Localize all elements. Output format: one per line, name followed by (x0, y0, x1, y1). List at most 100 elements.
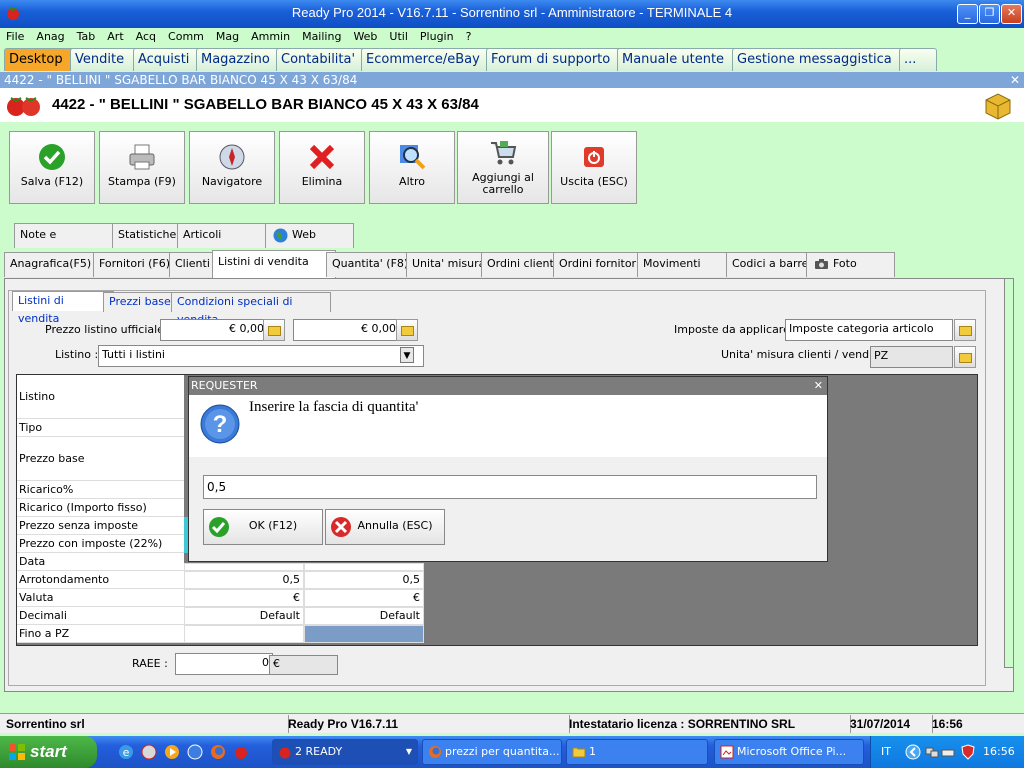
menu-plugin[interactable]: Plugin (417, 28, 457, 46)
quantity-input[interactable]: 0,5 (203, 475, 817, 499)
tab-ecommerce[interactable]: Ecommerce/eBay (361, 48, 495, 71)
minimize-button[interactable]: _ (957, 4, 978, 24)
tab-codici-barre[interactable]: Codici a barre (726, 252, 816, 277)
chevron-down-icon[interactable]: ▼ (400, 347, 414, 363)
save-button[interactable]: Salva (F12) (9, 131, 95, 204)
taskbar-item-folder[interactable]: 1 (566, 739, 708, 765)
listino-select[interactable]: Tutti i listini (98, 345, 424, 367)
close-button[interactable]: ✕ (1001, 4, 1022, 24)
tab-ordini-fornitori[interactable]: Ordini fornitori (553, 252, 647, 277)
folder-icon-prezzo-1[interactable] (263, 319, 285, 341)
printer-tray-icon[interactable] (941, 745, 955, 759)
tab-desktop[interactable]: Desktop (4, 48, 78, 71)
tab-quantita[interactable]: Quantita' (F8) (326, 252, 416, 277)
tab-articoli-collegati[interactable]: Articoli collegati (177, 223, 275, 263)
tab-ordini-clienti[interactable]: Ordini clienti (481, 252, 563, 277)
clock[interactable]: 16:56 (983, 745, 1015, 758)
document-caption: 4422 - " BELLINI " SGABELLO BAR BIANCO 4… (0, 72, 1024, 88)
quicklaunch-icon[interactable] (141, 744, 157, 760)
folder-icon-unita[interactable] (954, 346, 976, 368)
taskbar-item-office[interactable]: Microsoft Office Pi... (714, 739, 864, 765)
taskbar-item-firefox[interactable]: prezzi per quantita... (422, 739, 562, 765)
svg-text:e: e (123, 746, 130, 759)
tab-manuale[interactable]: Manuale utente (617, 48, 741, 71)
grid-cell[interactable]: Default (184, 607, 304, 625)
tab-contabilita[interactable]: Contabilita' (276, 48, 370, 71)
language-indicator[interactable]: IT (881, 745, 891, 758)
grid-row-label: Prezzo con imposte (22%) (17, 535, 184, 553)
tab-forum[interactable]: Forum di supporto (486, 48, 626, 71)
tab-fornitori[interactable]: Fornitori (F6) (93, 252, 179, 277)
folder-icon-imposte[interactable] (954, 319, 976, 341)
subtab-listini[interactable]: Listini di vendita (12, 291, 114, 325)
raee-field[interactable]: 0 (175, 653, 273, 675)
network-icon[interactable] (925, 745, 939, 759)
subtab-condizioni[interactable]: Condizioni speciali di vendita (171, 292, 331, 326)
delete-button[interactable]: Elimina (279, 131, 365, 204)
menu-mag[interactable]: Mag (213, 28, 242, 46)
menu-art[interactable]: Art (104, 28, 126, 46)
tab-more[interactable]: ... (899, 48, 937, 71)
tab-listini-vendita[interactable]: Listini di vendita (F7) (212, 250, 336, 290)
grid-cell-selected[interactable] (304, 625, 424, 643)
folder-icon-prezzo-2[interactable] (396, 319, 418, 341)
prezzo-field-1[interactable]: € 0,00 (160, 319, 268, 341)
start-button[interactable]: start (0, 736, 97, 768)
tab-vendite[interactable]: Vendite (70, 48, 142, 71)
grid-row-label: Data (17, 553, 184, 571)
settings-icon[interactable] (187, 744, 203, 760)
tab-note[interactable]: Note e descrizioni (14, 223, 122, 263)
grid-cell[interactable]: € (184, 589, 304, 607)
grid-cell[interactable] (184, 563, 304, 571)
menu-anag[interactable]: Anag (33, 28, 67, 46)
tab-messaggistica[interactable]: Gestione messaggistica (732, 48, 908, 71)
menu-web[interactable]: Web (350, 28, 380, 46)
menu-file[interactable]: File (3, 28, 27, 46)
menu-ammin[interactable]: Ammin (248, 28, 293, 46)
tab-web[interactable]: Web (265, 223, 354, 248)
media-player-icon[interactable] (164, 744, 180, 760)
tab-magazzino[interactable]: Magazzino (196, 48, 284, 71)
navigator-button[interactable]: Navigatore (189, 131, 275, 204)
ok-button[interactable]: OK (F12) (203, 509, 323, 545)
shield-icon[interactable] (961, 744, 975, 760)
menu-mailing[interactable]: Mailing (299, 28, 344, 46)
grid-cell[interactable]: € (304, 589, 424, 607)
add-to-cart-button[interactable]: Aggiungi al carrello (457, 131, 549, 204)
tab-unita-misura[interactable]: Unita' misura (406, 252, 492, 277)
strawberry-icon[interactable] (233, 744, 249, 760)
exit-button[interactable]: Uscita (ESC) (551, 131, 637, 204)
tab-movimenti[interactable]: Movimenti (F10) (637, 252, 737, 292)
grid-cell[interactable] (184, 625, 304, 643)
grid-cell[interactable] (304, 563, 424, 571)
grid-cell[interactable]: Default (304, 607, 424, 625)
ie-icon[interactable]: e (118, 744, 134, 760)
close-document-icon[interactable]: ✕ (1010, 72, 1020, 88)
prezzo-field-2[interactable]: € 0,00 (293, 319, 400, 341)
tab-anagrafica[interactable]: Anagrafica(F5) (4, 252, 104, 277)
menu-acq[interactable]: Acq (133, 28, 159, 46)
tab-acquisti[interactable]: Acquisti (133, 48, 205, 71)
print-button[interactable]: Stampa (F9) (99, 131, 185, 204)
firefox-icon (429, 746, 441, 758)
menu-tab[interactable]: Tab (74, 28, 99, 46)
grid-row-label: Ricarico (Importo fisso) (17, 499, 184, 517)
restore-button[interactable]: ❐ (979, 4, 1000, 24)
grid-row-label: Valuta (17, 589, 184, 607)
taskbar-item-ready[interactable]: 2 READY ▼ (272, 739, 418, 765)
grid-cell[interactable]: 0,5 (184, 571, 304, 589)
firefox-icon[interactable] (210, 744, 226, 760)
menu-comm[interactable]: Comm (165, 28, 207, 46)
dialog-title-bar: REQUESTER ✕ (189, 377, 827, 395)
other-button[interactable]: Altro (369, 131, 455, 204)
menu-help[interactable]: ? (463, 28, 475, 46)
tab-foto[interactable]: Foto (806, 252, 895, 277)
grid-cell[interactable]: 0,5 (304, 571, 424, 589)
dialog-close-icon[interactable]: ✕ (814, 377, 823, 395)
menu-util[interactable]: Util (386, 28, 410, 46)
chevron-left-icon[interactable] (905, 744, 921, 760)
subtab-prezzi-base[interactable]: Prezzi base (103, 292, 181, 312)
grid-row-label: Decimali (17, 607, 184, 625)
imposte-field[interactable]: Imposte categoria articolo (785, 319, 953, 341)
cancel-button[interactable]: Annulla (ESC) (325, 509, 445, 545)
